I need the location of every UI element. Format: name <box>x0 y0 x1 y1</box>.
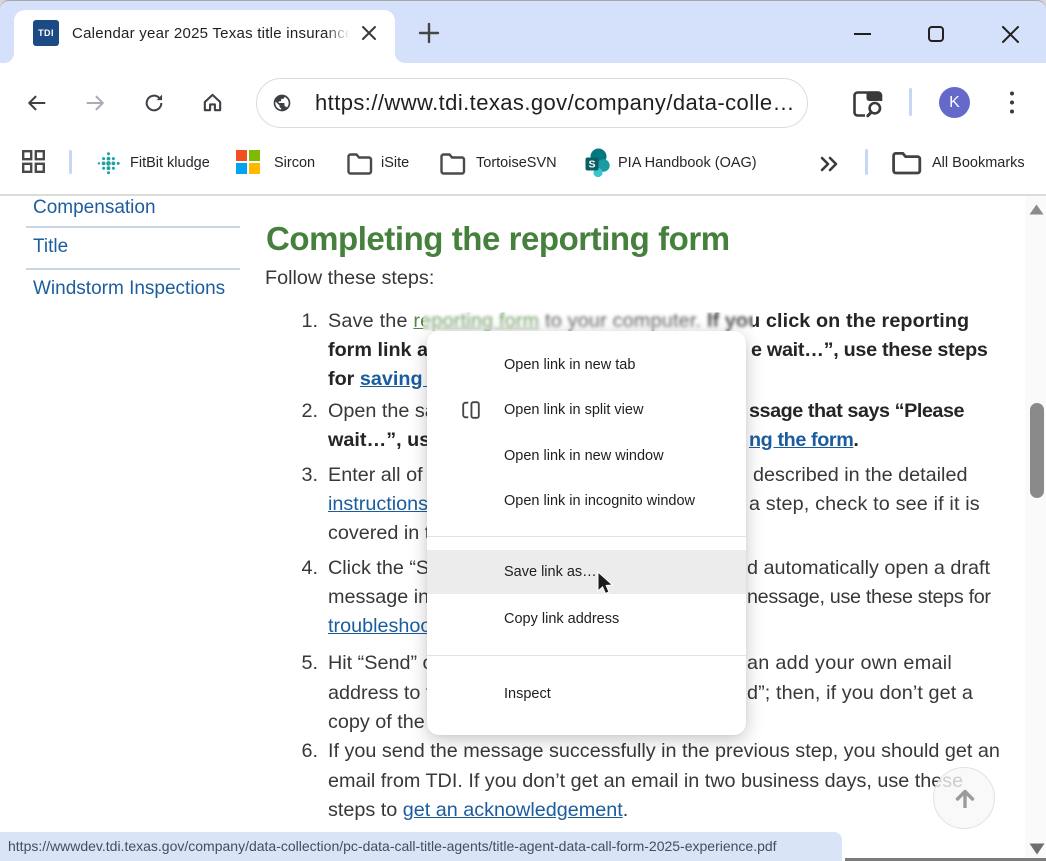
svg-text:S: S <box>588 159 595 171</box>
